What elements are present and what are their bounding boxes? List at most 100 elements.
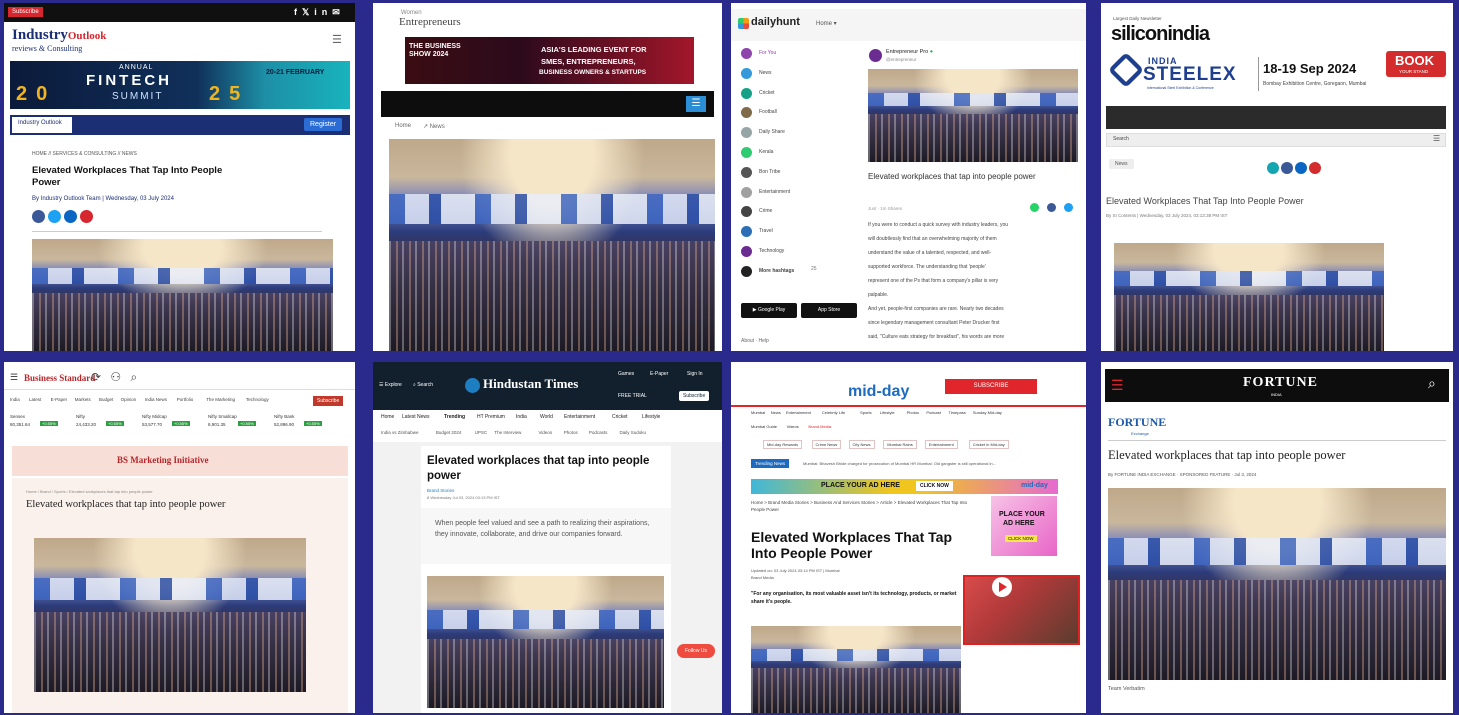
nav-link[interactable]: Technology [246, 397, 269, 402]
subnav-link[interactable]: Mumbai Guide [751, 424, 777, 429]
nav-link[interactable]: India [10, 397, 20, 402]
menu-icon[interactable]: ☰ [1111, 377, 1124, 394]
publisher-name[interactable]: Entrepreneur Pro ● [886, 49, 933, 55]
search-link[interactable]: ⌕ Search [413, 382, 433, 388]
news-ticker[interactable]: Mumbai: Bhavesh Bhide charged for prosec… [803, 461, 996, 466]
toolbar-icons[interactable]: ⟳ ⚇ ⌕ [91, 370, 140, 385]
tab[interactable]: Mid-day Rewards [763, 440, 803, 449]
subnav-link[interactable]: Podcasts [589, 430, 608, 435]
site-logo[interactable]: mid-day [848, 383, 909, 401]
linkedin-icon[interactable] [64, 210, 77, 223]
nav-link[interactable]: Lifestyle [880, 410, 895, 415]
twitter-icon[interactable] [48, 210, 61, 223]
nav-item-icon[interactable] [741, 127, 752, 139]
nav-link[interactable]: World [540, 414, 553, 420]
subscribe-button[interactable]: Subscribe [8, 7, 43, 17]
tab[interactable]: Crime News [811, 440, 842, 449]
nav-item-label[interactable]: For You [759, 50, 776, 56]
linkedin-icon[interactable] [1295, 162, 1307, 174]
tab[interactable]: City News [848, 440, 875, 449]
nav-link[interactable]: Photos [907, 410, 919, 415]
breadcrumb[interactable]: Home / Brand / Sports / Elevated workpla… [26, 489, 153, 494]
dailyhunt-logo-icon[interactable] [738, 18, 749, 29]
facebook-icon[interactable] [1281, 162, 1293, 174]
nav-link[interactable]: Budget [99, 397, 113, 402]
follow-button[interactable]: Follow Us [677, 644, 715, 658]
footer-links[interactable]: About · Help [741, 338, 769, 344]
publisher-avatar[interactable] [869, 49, 882, 62]
nav-item-icon[interactable] [741, 186, 752, 198]
nav-item-label[interactable]: Daily Share [759, 129, 785, 135]
site-logo[interactable]: siliconindia [1111, 23, 1210, 46]
nav-item-icon[interactable] [741, 265, 752, 277]
nav-link[interactable]: Entertainment [786, 410, 811, 415]
news-button[interactable]: News [1109, 159, 1134, 169]
nav-item-icon[interactable] [741, 206, 752, 218]
nav-link[interactable]: Mumbai [751, 410, 765, 415]
nav-link[interactable]: Sunday Mid-day [973, 410, 1002, 415]
nav-item-icon[interactable] [741, 246, 752, 257]
app-store-badge[interactable]: App Store [801, 303, 857, 318]
nav-link[interactable]: Markets [75, 397, 91, 402]
site-logo[interactable]: Entrepreneurs [399, 16, 461, 28]
nav-link[interactable]: India [516, 414, 527, 420]
site-logo[interactable]: Hindustan Times [483, 376, 578, 392]
epaper-link[interactable]: E-Paper [650, 371, 668, 377]
subnav-link[interactable]: Brand Media [808, 424, 831, 429]
ad-click[interactable]: CLICK NOW [916, 481, 953, 491]
subnav-link[interactable]: Photos [564, 430, 578, 435]
social-icons[interactable]: f𝕏in✉ [294, 7, 345, 18]
whatsapp-icon[interactable] [1030, 203, 1039, 212]
nav-link[interactable]: Home [381, 414, 394, 420]
breadcrumb[interactable]: HOME // SERVICES & CONSULTING // NEWS [32, 151, 137, 157]
crumb-news[interactable]: ↗ News [423, 123, 445, 130]
share-icon-1[interactable] [1267, 162, 1279, 174]
facebook-icon[interactable] [32, 210, 45, 223]
nav-link[interactable]: Timepass [949, 410, 966, 415]
tab[interactable]: Cricket in Mid-day [968, 440, 1009, 449]
nav-link[interactable]: Cricket [612, 414, 628, 420]
nav-item-icon[interactable] [741, 147, 752, 158]
nav-item-label[interactable]: Crime [759, 208, 772, 214]
side-ad-button[interactable]: CLICK NOW [1005, 535, 1037, 542]
site-logo[interactable]: IndustryOutlook [12, 27, 106, 44]
tab[interactable]: Mumbai Rains [883, 440, 917, 449]
subnav-link[interactable]: The Interview [494, 430, 521, 435]
facebook-icon[interactable] [1047, 203, 1056, 212]
subscribe-button[interactable]: Subscribe [679, 391, 710, 401]
register-button[interactable]: Register [304, 118, 343, 131]
nav-item-icon[interactable] [741, 48, 752, 59]
nav-item-icon[interactable] [741, 107, 752, 119]
crumb-home[interactable]: Home [395, 123, 411, 129]
signin-link[interactable]: Sign In [687, 371, 703, 377]
subnav-link[interactable]: Videos [539, 430, 553, 435]
nav-link[interactable]: E-Paper [51, 397, 68, 402]
section-logo[interactable]: FORTUNE [1108, 415, 1166, 430]
home-menu[interactable]: Home ▾ [816, 20, 837, 27]
nav-item-label[interactable]: More hashtags [759, 268, 794, 274]
menu-icon[interactable]: ☰ [10, 372, 18, 383]
explore-menu[interactable]: ☰ Explore [379, 382, 402, 388]
subnav-link[interactable]: India vs Zimbabwe [381, 430, 419, 435]
small-logo[interactable]: Industry Outlook [12, 117, 72, 133]
video-player[interactable] [963, 575, 1080, 645]
nav-item-label[interactable]: News [759, 70, 772, 76]
nav-link[interactable]: Lifestyle [642, 414, 660, 420]
nav-link[interactable]: Sports [860, 410, 872, 415]
nav-item-icon[interactable] [741, 166, 752, 178]
pinterest-icon[interactable] [1309, 162, 1321, 174]
nav-link[interactable]: Latest [29, 397, 41, 402]
nav-link[interactable]: News [771, 410, 781, 415]
nav-link[interactable]: Opinion [121, 397, 137, 402]
site-logo[interactable]: dailyhunt [751, 16, 800, 28]
subnav-link[interactable]: UPSC [475, 430, 488, 435]
ad-banner[interactable] [751, 479, 1058, 494]
nav-item-label[interactable]: Cricket [759, 90, 775, 96]
twitter-icon[interactable] [1064, 203, 1073, 212]
nav-item-icon[interactable] [741, 226, 752, 238]
games-link[interactable]: Games [618, 371, 634, 377]
site-logo[interactable]: Business Standard [24, 373, 95, 383]
nav-link[interactable]: The Marketing [206, 397, 235, 402]
nav-item-icon[interactable] [741, 87, 752, 99]
nav-link[interactable]: India News [145, 397, 167, 402]
